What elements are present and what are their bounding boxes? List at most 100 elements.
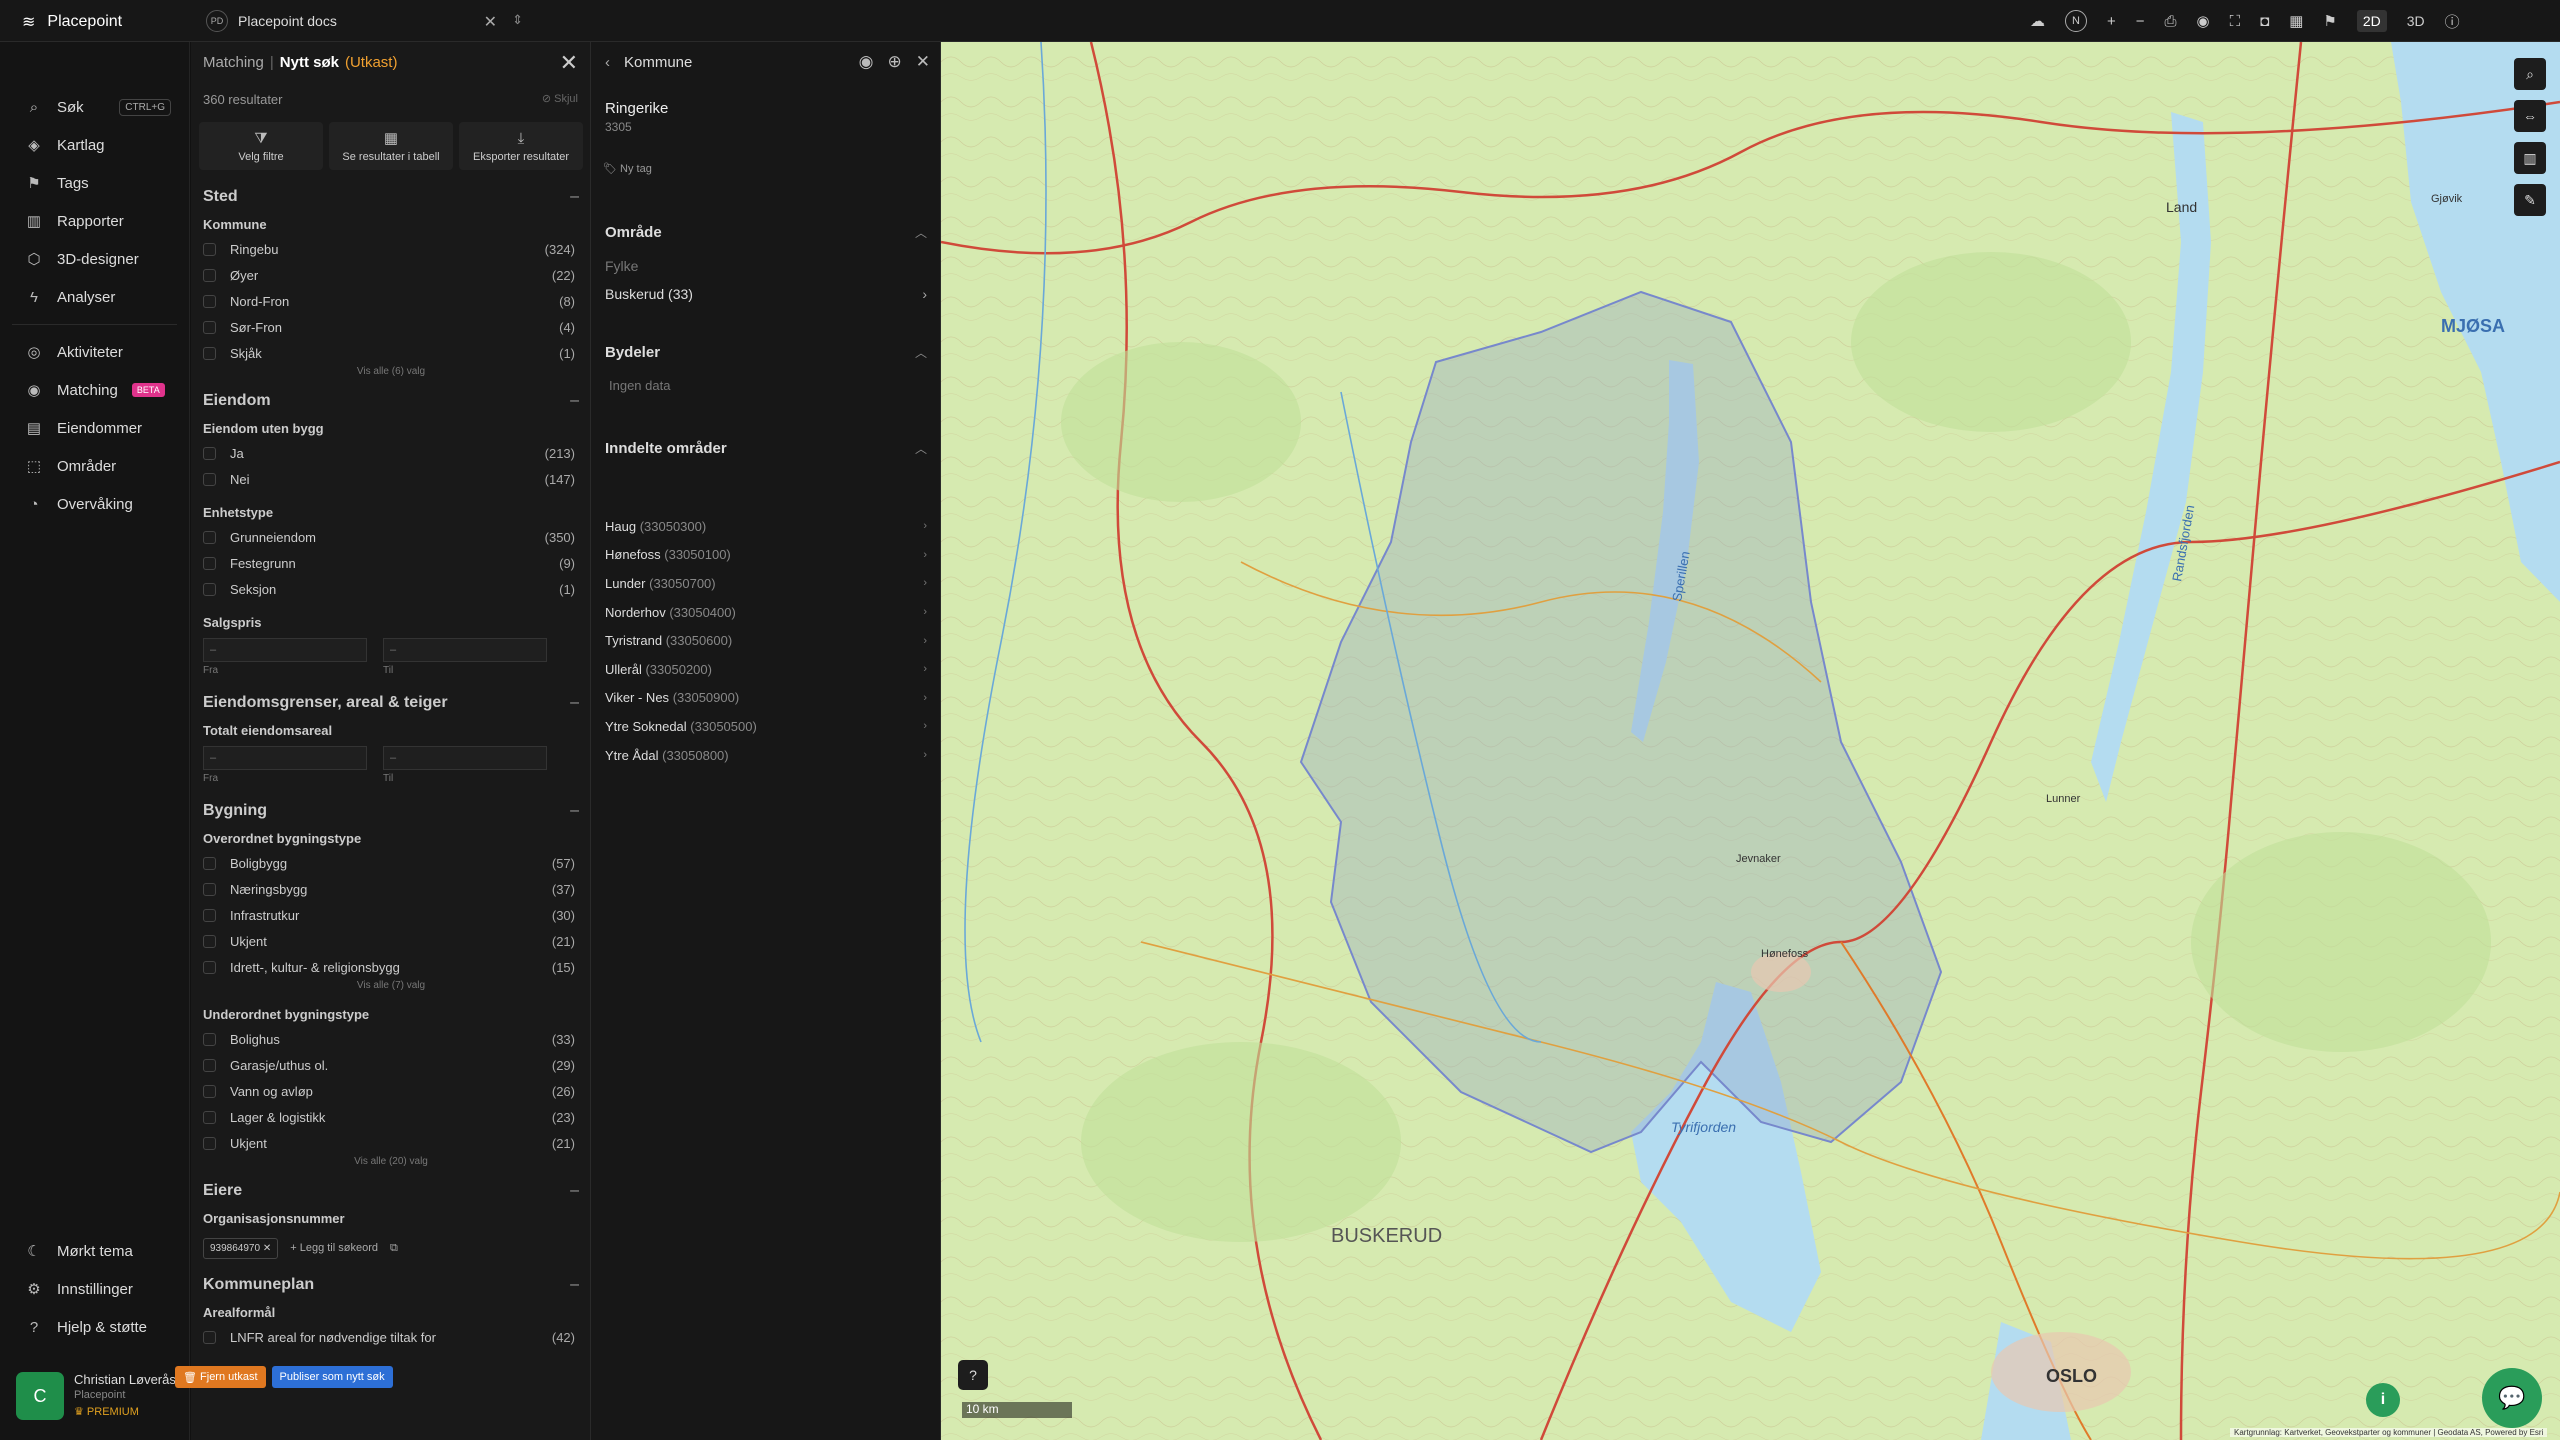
eye-icon[interactable]: ◉	[859, 52, 874, 72]
filter-option[interactable]: Lager & logistikk (23)	[191, 1104, 590, 1130]
mode-3d-button[interactable]: 3D	[2407, 13, 2425, 29]
filter-option[interactable]: Boligbygg (57)	[191, 850, 590, 876]
section-sted[interactable]: Sted –	[191, 182, 590, 212]
checkbox[interactable]	[203, 882, 216, 896]
show-all-link[interactable]: Vis alle (20) valg	[191, 1156, 590, 1172]
section-bydeler[interactable]: Bydeler ︿	[605, 344, 927, 361]
filter-option[interactable]: Næringsbygg (37)	[191, 876, 590, 902]
breadcrumb-matching[interactable]: Matching	[203, 54, 264, 71]
filter-option[interactable]: Øyer (22)	[191, 262, 590, 288]
sidebar-item-analyser[interactable]: ϟ Analyser	[0, 278, 189, 316]
checkbox[interactable]	[203, 908, 216, 922]
price-to-input[interactable]	[383, 638, 547, 662]
area-list-item[interactable]: Lunder (33050700) ›	[605, 569, 927, 598]
checkbox[interactable]	[203, 934, 216, 948]
sidebar-item-overvåking[interactable]: ◔ Overvåking	[0, 485, 189, 523]
publish-button[interactable]: Publiser som nytt søk	[271, 1366, 393, 1388]
copy-icon[interactable]: ⧉	[390, 1242, 398, 1255]
checkbox[interactable]	[203, 530, 216, 544]
area-list-item[interactable]: Ullerål (33050200) ›	[605, 655, 927, 684]
info-icon[interactable]: ⓘ	[2445, 11, 2460, 32]
checkbox[interactable]	[203, 1032, 216, 1046]
workspace-selector[interactable]: PD Placepoint docs ✕ ⇕	[206, 8, 531, 34]
sidebar-item-innstillinger[interactable]: ⚙ Innstillinger	[0, 1270, 190, 1308]
filter-option[interactable]: Ringebu (324)	[191, 236, 590, 262]
sidebar-item-matching[interactable]: ◉ Matching BETA	[0, 371, 189, 409]
filter-option[interactable]: Bolighus (33)	[191, 1026, 590, 1052]
sidebar-item-eiendommer[interactable]: ▤ Eiendommer	[0, 409, 189, 447]
sidebar-item-mørkt-tema[interactable]: ☾ Mørkt tema	[0, 1232, 190, 1270]
new-tag-button[interactable]: 🏷 Ny tag	[603, 162, 652, 175]
filter-option[interactable]: Garasje/uthus ol. (29)	[191, 1052, 590, 1078]
sidebar-item-hjelp-støtte[interactable]: ? Hjelp & støtte	[0, 1308, 190, 1346]
checkbox[interactable]	[203, 242, 216, 256]
checkbox[interactable]	[203, 320, 216, 334]
hide-button[interactable]: ⊘ Skjul	[542, 92, 578, 105]
checkbox[interactable]	[203, 294, 216, 308]
section-inndelte[interactable]: Inndelte områder ︿	[605, 440, 927, 457]
filter-option[interactable]: Sør-Fron (4)	[191, 314, 590, 340]
sidebar-item-kartlag[interactable]: ◈ Kartlag	[0, 126, 189, 164]
checkbox[interactable]	[203, 1110, 216, 1124]
area-list-item[interactable]: Tyristrand (33050600) ›	[605, 626, 927, 655]
brand[interactable]: ≋ Placepoint	[22, 12, 122, 32]
area-list-item[interactable]: Ytre Soknedal (33050500) ›	[605, 712, 927, 741]
draw-icon[interactable]: ✎	[2514, 184, 2546, 216]
filter-option[interactable]: Ukjent (21)	[191, 1130, 590, 1156]
close-icon[interactable]: ✕	[484, 12, 497, 32]
sidebar-item-rapporter[interactable]: ▥ Rapporter	[0, 202, 189, 240]
zoom-out-icon[interactable]: −	[2136, 13, 2145, 30]
filter-option[interactable]: LNFR areal for nødvendige tiltak for (42)	[191, 1324, 590, 1350]
remove-draft-button[interactable]: 🗑 Fjern utkast	[175, 1366, 266, 1388]
section-omrade[interactable]: Område ︿	[605, 224, 927, 241]
action-button[interactable]: ⤓ Eksporter resultater	[459, 122, 583, 170]
action-button[interactable]: ▦ Se resultater i tabell	[329, 122, 453, 170]
user-profile[interactable]: C Christian Løverås Placepoint ♛ PREMIUM	[16, 1372, 186, 1420]
filter-option[interactable]: Ukjent (21)	[191, 928, 590, 954]
chevron-updown-icon[interactable]: ⇕	[512, 12, 523, 28]
filter-option[interactable]: Idrett-, kultur- & religionsbygg (15)	[191, 954, 590, 980]
price-from-input[interactable]	[203, 638, 367, 662]
measure-icon[interactable]: ⇔	[2514, 100, 2546, 132]
filter-option[interactable]: Festegrunn (9)	[191, 550, 590, 576]
filter-option[interactable]: Skjåk (1)	[191, 340, 590, 366]
sidebar-item-tags[interactable]: ⚑ Tags	[0, 164, 189, 202]
section-grenser[interactable]: Eiendomsgrenser, areal & teiger –	[191, 688, 590, 718]
eye-icon[interactable]: ◉	[2197, 12, 2210, 30]
filter-option[interactable]: Grunneiendom (350)	[191, 524, 590, 550]
add-icon[interactable]: ⊕	[888, 52, 902, 72]
map-view[interactable]: Land MJØSA Randsfjorden Tyrifjorden Sper…	[941, 42, 2560, 1440]
area-to-input[interactable]	[383, 746, 547, 770]
checkbox[interactable]	[203, 1136, 216, 1150]
checkbox[interactable]	[203, 446, 216, 460]
section-eiere[interactable]: Eiere –	[191, 1176, 590, 1206]
mode-2d-button[interactable]: 2D	[2356, 10, 2387, 32]
layers-icon[interactable]: ☁	[2030, 12, 2045, 30]
filter-option[interactable]: Vann og avløp (26)	[191, 1078, 590, 1104]
sidebar-item-aktiviteter[interactable]: ◎ Aktiviteter	[0, 333, 189, 371]
close-icon[interactable]: ✕	[916, 52, 930, 72]
map-canvas[interactable]: Land MJØSA Randsfjorden Tyrifjorden Sper…	[941, 42, 2560, 1440]
section-eiendom[interactable]: Eiendom –	[191, 386, 590, 416]
add-keyword-button[interactable]: + Legg til søkeord	[290, 1242, 378, 1254]
area-list-item[interactable]: Norderhov (33050400) ›	[605, 598, 927, 627]
section-bygning[interactable]: Bygning –	[191, 796, 590, 826]
sidebar-item-områder[interactable]: ⬚ Områder	[0, 447, 189, 485]
action-button[interactable]: ⧩ Velg filtre	[199, 122, 323, 170]
filter-option[interactable]: Seksjon (1)	[191, 576, 590, 602]
close-icon[interactable]: ✕	[560, 50, 578, 76]
fylke-row[interactable]: Buskerud (33) ›	[605, 286, 927, 302]
area-list-item[interactable]: Hønefoss (33050100) ›	[605, 541, 927, 570]
sidebar-item-3d-designer[interactable]: ⬡ 3D-designer	[0, 240, 189, 278]
info-icon[interactable]: i	[2366, 1383, 2400, 1417]
area-list-item[interactable]: Ytre Ådal (33050800) ›	[605, 741, 927, 770]
checkbox[interactable]	[203, 556, 216, 570]
show-all-link[interactable]: Vis alle (7) valg	[191, 980, 590, 996]
zoom-in-icon[interactable]: +	[2107, 13, 2116, 30]
area-list-item[interactable]: Viker - Nes (33050900) ›	[605, 684, 927, 713]
compass-icon[interactable]: N	[2065, 10, 2087, 32]
checkbox[interactable]	[203, 268, 216, 282]
checkbox[interactable]	[203, 1084, 216, 1098]
camera-icon[interactable]: ◘	[2260, 13, 2269, 30]
checkbox[interactable]	[203, 960, 216, 974]
